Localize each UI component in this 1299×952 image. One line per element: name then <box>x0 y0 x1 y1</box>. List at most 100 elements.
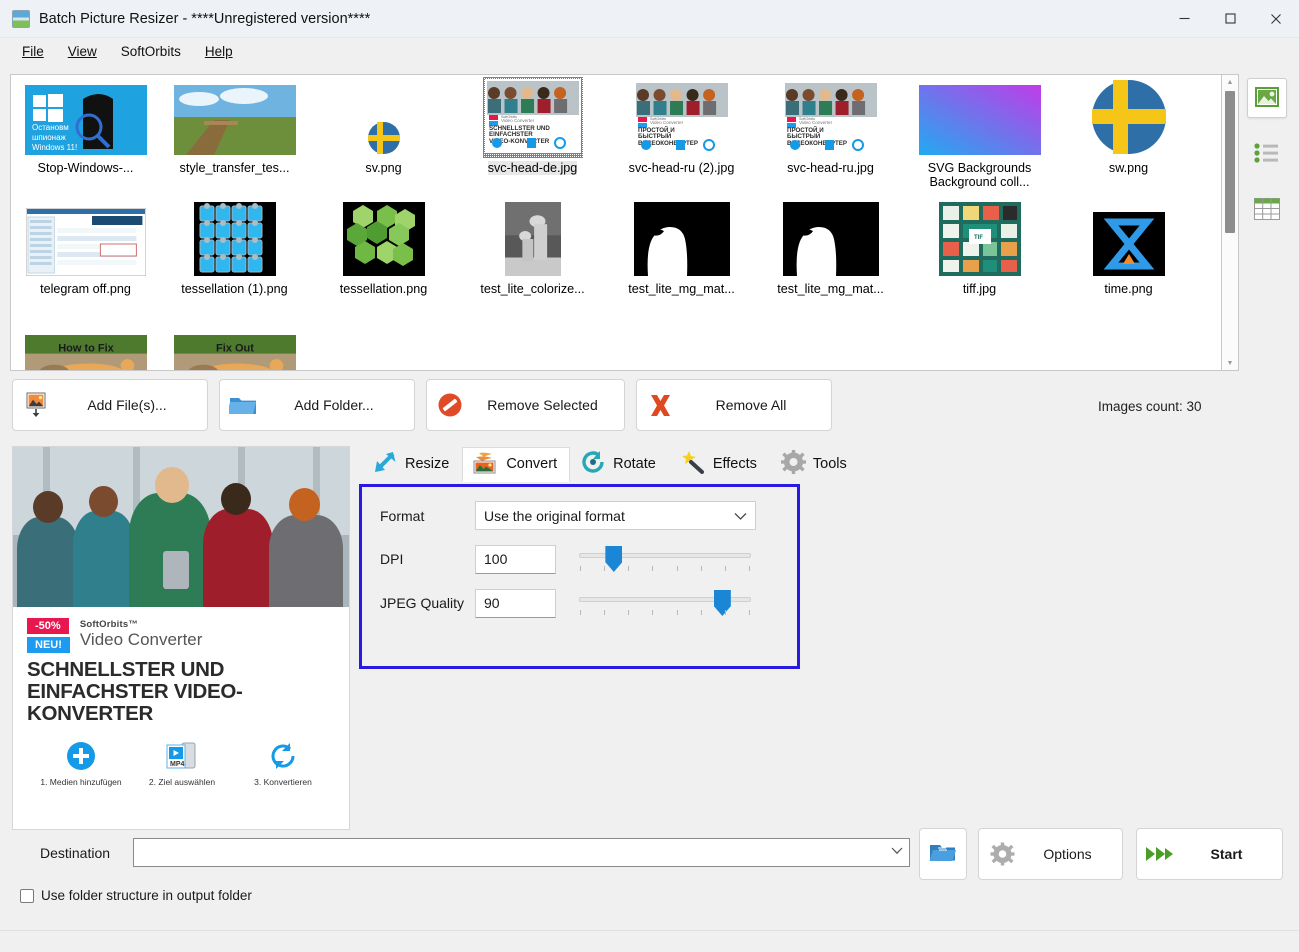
images-count-label: Images count: 30 <box>1098 399 1202 414</box>
svg-text:Windows 11!: Windows 11! <box>32 143 77 152</box>
format-select[interactable]: Use the original format <box>475 501 756 530</box>
destination-input[interactable] <box>133 838 910 867</box>
details-view-button[interactable] <box>1247 190 1287 230</box>
preview-headline: SCHNELLSTER UND EINFACHSTER VIDEO-KONVER… <box>27 658 243 725</box>
thumbnail-caption: time.png <box>1104 282 1153 296</box>
no-entry-icon <box>427 392 473 418</box>
folder-icon <box>220 394 266 416</box>
destination-label: Destination <box>40 845 111 861</box>
menu-softorbits[interactable]: SoftOrbits <box>109 41 193 62</box>
thumbnail-item[interactable]: time.png <box>1054 196 1203 317</box>
thumbnail-item[interactable]: SoftOrbits Video Converter ПРОСТОЙ И БЫС… <box>607 75 756 196</box>
format-row: Format Use the original format <box>362 501 797 530</box>
menu-view[interactable]: View <box>56 41 109 62</box>
thumbnail-item[interactable]: SoftOrbits Video Converter ПРОСТОЙ И БЫС… <box>756 75 905 196</box>
remove-selected-button[interactable]: Remove Selected <box>426 379 625 431</box>
svg-text:Video Converter: Video Converter <box>501 118 535 123</box>
preview-step-2-label: 2. Ziel auswählen <box>148 777 216 787</box>
use-folder-structure-checkbox[interactable]: Use folder structure in output folder <box>20 888 252 903</box>
thumbnail-item[interactable]: sv.png <box>309 75 458 196</box>
svg-text:EINFACHSTER: EINFACHSTER <box>489 131 533 138</box>
thumbnail-image <box>782 200 879 279</box>
jpeg-quality-input[interactable]: 90 <box>475 588 556 618</box>
dpi-label: DPI <box>380 551 404 567</box>
browse-destination-button[interactable] <box>919 828 967 880</box>
format-label: Format <box>380 507 425 524</box>
tab-convert[interactable]: Convert <box>462 447 571 482</box>
list-icon <box>1254 142 1280 166</box>
thumbnail-item[interactable]: How to Fix Out-of FocusTitle2.jpg <box>11 317 160 370</box>
checkbox-box[interactable] <box>20 888 34 903</box>
remove-all-button[interactable]: Remove All <box>636 379 832 431</box>
thumbnail-image: TIF <box>938 200 1021 279</box>
thumbnail-image: Fix Out of Focus Pictures <box>173 321 296 370</box>
thumbnail-item[interactable]: Остановм шпионаж Windows 11! Stop-Windows… <box>11 75 160 196</box>
svg-text:MP4: MP4 <box>170 761 185 768</box>
list-view-button[interactable] <box>1247 134 1287 174</box>
thumbnail-caption: tessellation.png <box>339 282 428 296</box>
options-button[interactable]: Options <box>978 828 1123 880</box>
menu-file-label: File <box>22 43 44 59</box>
dpi-input[interactable]: 100 <box>475 544 556 574</box>
thumbnail-caption: telegram off.png <box>40 282 131 296</box>
jpeg-quality-slider[interactable] <box>579 588 751 618</box>
title-bar: Batch Picture Resizer - ****Unregistered… <box>0 0 1299 38</box>
tab-effects[interactable]: Effects <box>669 447 770 482</box>
svg-text:Video Converter: Video Converter <box>799 120 833 125</box>
menu-file[interactable]: File <box>10 41 56 62</box>
dpi-value: 100 <box>484 551 508 567</box>
chevron-down-icon[interactable] <box>891 847 903 858</box>
thumbnail-item[interactable]: sw.png <box>1054 75 1203 196</box>
tab-resize[interactable]: Resize <box>362 447 462 482</box>
thumbnail-item[interactable]: test_lite_mg_mat... <box>756 196 905 317</box>
thumbnail-image: SoftOrbits Video Converter SCHNELLSTER U… <box>483 79 583 158</box>
thumbnail-scrollbar[interactable]: ▲ ▼ <box>1222 74 1239 371</box>
scrollbar-thumb[interactable] <box>1225 91 1235 233</box>
menu-bar: File View SoftOrbits Help <box>0 38 1299 64</box>
thumbnail-item[interactable]: tessellation (1).png <box>160 196 309 317</box>
thumbnail-caption: sv.png <box>365 161 402 175</box>
thumbnail-caption: style_transfer_tes... <box>179 161 290 175</box>
thumbnail-item[interactable]: SoftOrbits Video Converter SCHNELLSTER U… <box>458 75 607 196</box>
menu-help[interactable]: Help <box>193 41 245 62</box>
tab-rotate[interactable]: Rotate <box>570 447 669 482</box>
thumbnail-item[interactable]: style_transfer_tes... <box>160 75 309 196</box>
thumbnail-item[interactable]: SVG Backgrounds Background coll... <box>905 75 1054 196</box>
thumbnail-image <box>918 79 1041 158</box>
preview-step-1: 1. Medien hinzufügen <box>33 739 129 787</box>
thumbnail-item[interactable]: test_lite_colorize... <box>458 196 607 317</box>
tab-tools[interactable]: Tools <box>770 447 860 482</box>
add-files-button[interactable]: Add File(s)... <box>12 379 208 431</box>
preview-step-3: 3. Konvertieren <box>235 739 331 787</box>
status-bar <box>0 930 1299 952</box>
minimize-button[interactable] <box>1161 0 1207 38</box>
thumbnail-item[interactable]: test_lite_mg_mat... <box>607 196 756 317</box>
thumbnail-panel[interactable]: Остановм шпионаж Windows 11! Stop-Windows… <box>10 74 1222 371</box>
open-folder-icon <box>929 842 957 867</box>
maximize-button[interactable] <box>1207 0 1253 38</box>
convert-settings-panel: Format Use the original format DPI 100 J… <box>359 484 800 669</box>
scroll-up-arrow[interactable]: ▲ <box>1222 75 1238 89</box>
add-folder-label: Add Folder... <box>294 397 374 413</box>
thumbnail-item[interactable]: TIF tiff.jpg <box>905 196 1054 317</box>
tab-resize-label: Resize <box>405 456 450 472</box>
jpeg-slider-ticks <box>580 610 750 615</box>
preview-brand: SoftOrbits™ <box>79 619 139 630</box>
thumbnails-view-button[interactable] <box>1247 78 1287 118</box>
thumbnail-image <box>1091 79 1167 158</box>
thumbnail-item[interactable]: tessellation.png <box>309 196 458 317</box>
thumbnail-image <box>342 200 425 279</box>
start-button[interactable]: Start <box>1136 828 1283 880</box>
close-button[interactable] <box>1253 0 1299 38</box>
thumbnail-item[interactable]: telegram off.png <box>11 196 160 317</box>
settings-tabs: Resize Convert Rotate Effects Tools <box>362 447 860 482</box>
menu-view-label: View <box>67 43 97 59</box>
dpi-slider[interactable] <box>579 544 751 574</box>
resize-arrow-icon <box>373 450 398 478</box>
scroll-down-arrow[interactable]: ▼ <box>1222 356 1238 370</box>
green-arrows-icon <box>1137 844 1183 864</box>
add-folder-button[interactable]: Add Folder... <box>219 379 415 431</box>
rotate-icon <box>581 450 606 478</box>
svg-text:БЫСТРЫЙ: БЫСТРЫЙ <box>787 132 821 140</box>
thumbnail-item[interactable]: Fix Out of Focus PicturesTitle-fix-out.j… <box>160 317 309 370</box>
